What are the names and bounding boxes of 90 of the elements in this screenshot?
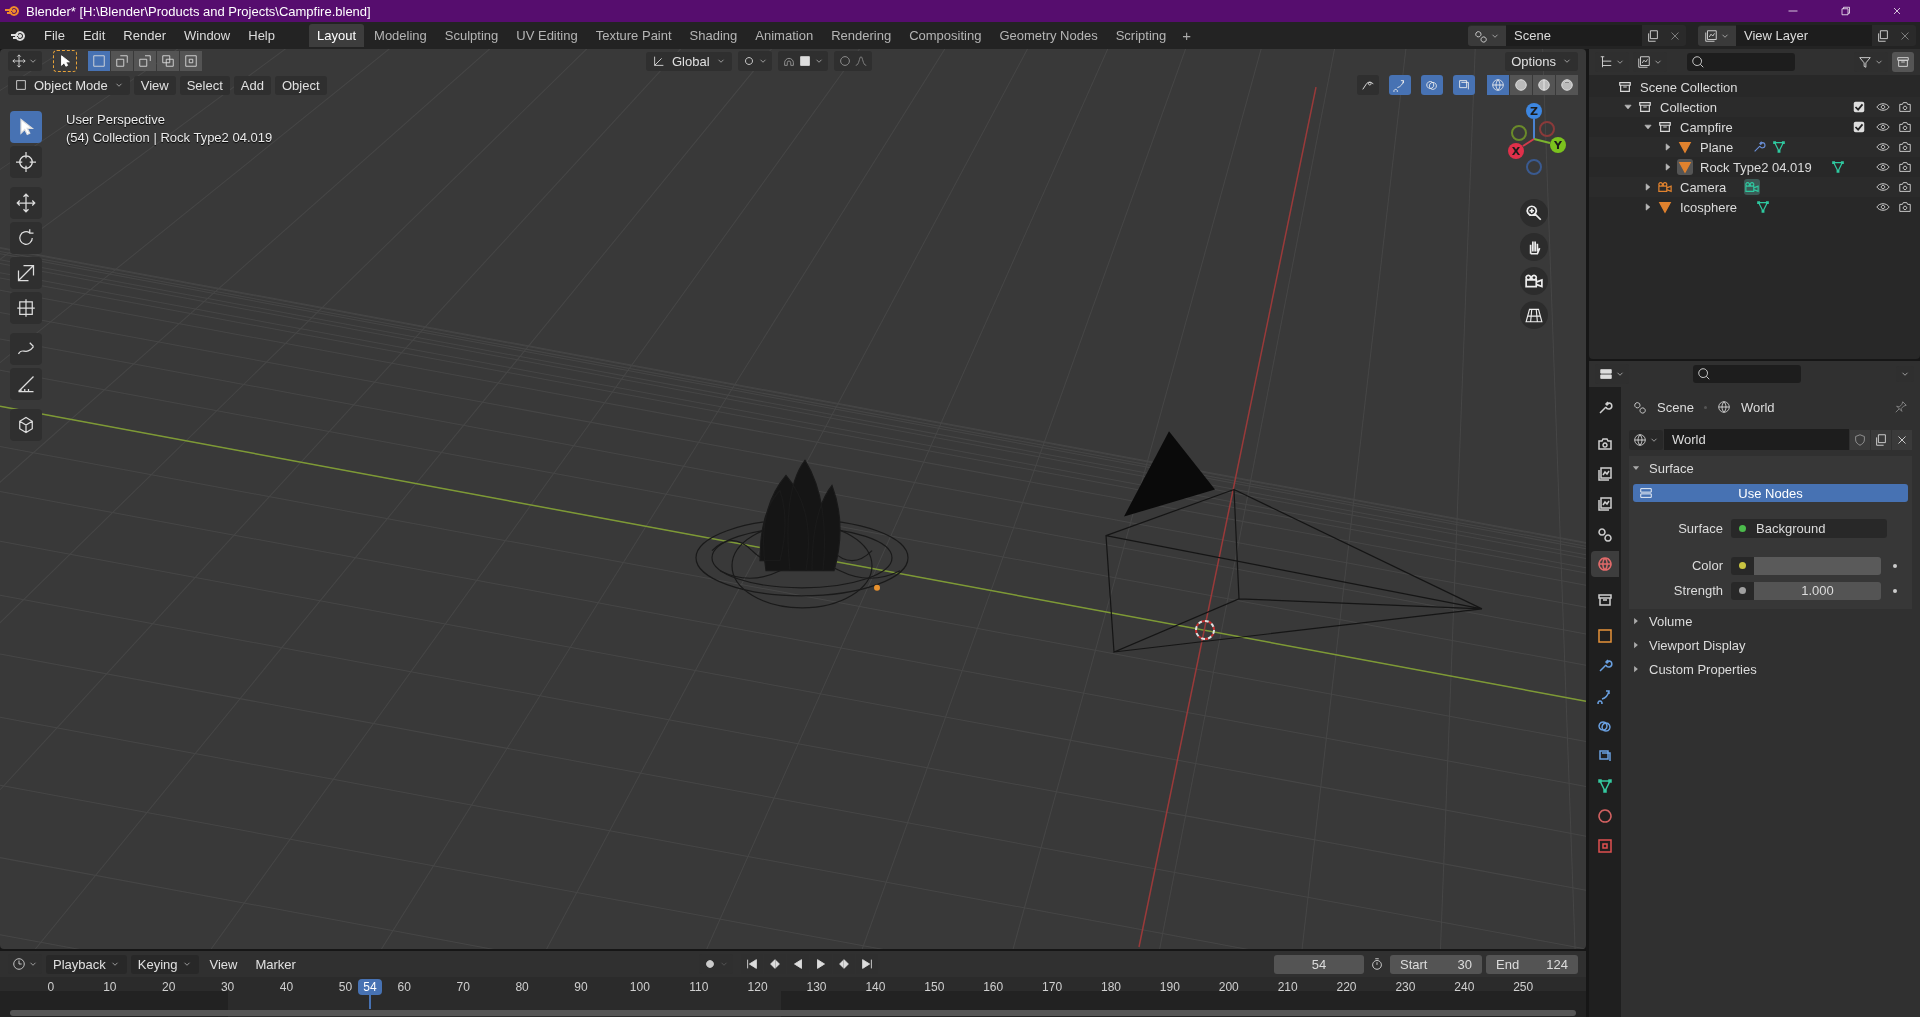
field-label: Surface bbox=[1677, 521, 1723, 536]
menu-item[interactable]: Edit bbox=[74, 25, 114, 46]
panel-header[interactable]: Volume bbox=[1629, 609, 1912, 633]
add-workspace-button[interactable]: + bbox=[1176, 25, 1197, 46]
field-label: Color bbox=[1690, 558, 1723, 573]
frame-number: 200 bbox=[1218, 980, 1239, 994]
scene-field[interactable]: Scene bbox=[1506, 25, 1642, 46]
frame-number: 120 bbox=[747, 980, 768, 994]
playhead[interactable]: 54 bbox=[358, 979, 383, 995]
viewport-menu[interactable]: Object bbox=[274, 75, 327, 95]
viewport-menu[interactable]: Add bbox=[233, 75, 271, 95]
frame-number: 190 bbox=[1159, 980, 1180, 994]
outliner-item[interactable]: Campfire bbox=[1680, 119, 1733, 135]
frame-number: 250 bbox=[1513, 980, 1534, 994]
start-value: 30 bbox=[1457, 956, 1472, 972]
menu-item[interactable]: Help bbox=[240, 25, 283, 46]
workspace-tab[interactable]: Modeling bbox=[366, 24, 435, 47]
current-frame-field[interactable]: 54 bbox=[1274, 954, 1364, 974]
axis-handle[interactable]: Y bbox=[1533, 137, 1566, 153]
frame-number: 170 bbox=[1042, 980, 1063, 994]
viewport-info-text: User Perspective bbox=[66, 111, 165, 129]
use-nodes-button[interactable]: Use Nodes bbox=[1633, 484, 1908, 502]
shader-field[interactable]: Background bbox=[1731, 519, 1887, 538]
orientation-dropdown[interactable]: Global bbox=[646, 51, 732, 71]
frame-number: 230 bbox=[1395, 980, 1416, 994]
timeline-menu[interactable]: Marker bbox=[248, 954, 303, 974]
panel-header[interactable]: Surface bbox=[1629, 456, 1912, 480]
axis-handle[interactable]: Z bbox=[1526, 103, 1542, 140]
timeline-menu[interactable]: View bbox=[202, 954, 245, 974]
frame-number: 130 bbox=[806, 980, 827, 994]
outliner-item[interactable]: Scene Collection bbox=[1640, 79, 1738, 95]
viewport-info-text: (54) Collection | Rock Type2 04.019 bbox=[66, 129, 273, 147]
frame-number: 160 bbox=[983, 980, 1004, 994]
workspace-tab[interactable]: Layout bbox=[309, 24, 365, 47]
menu-item[interactable]: Window bbox=[176, 25, 239, 46]
frame-number: 20 bbox=[162, 980, 176, 994]
breadcrumb-item: Scene bbox=[1657, 399, 1694, 415]
frame-number: 10 bbox=[103, 980, 117, 994]
workspace-tab[interactable]: Scripting bbox=[1107, 24, 1175, 47]
frame-number: 220 bbox=[1336, 980, 1357, 994]
viewport-menu[interactable]: Select bbox=[179, 75, 230, 95]
frame-number: 70 bbox=[456, 980, 470, 994]
end-frame-field[interactable]: End 124 bbox=[1486, 954, 1578, 974]
frame-number: 0 bbox=[47, 980, 55, 994]
panel-header[interactable]: Viewport Display bbox=[1629, 633, 1912, 657]
workspace-tab[interactable]: Sculpting bbox=[436, 24, 507, 47]
mode-dropdown[interactable]: Object Mode bbox=[8, 75, 130, 95]
end-value: 124 bbox=[1546, 956, 1568, 972]
workspace-tab[interactable]: Compositing bbox=[901, 24, 990, 47]
frame-number: 40 bbox=[279, 980, 294, 994]
breadcrumb-item: World bbox=[1740, 399, 1775, 415]
options-dropdown[interactable]: Options bbox=[1505, 51, 1578, 71]
workspace-tab[interactable]: Texture Paint bbox=[587, 24, 680, 47]
start-frame-field[interactable]: Start 30 bbox=[1390, 954, 1482, 974]
frame-number: 240 bbox=[1454, 980, 1475, 994]
frame-number: 180 bbox=[1100, 980, 1121, 994]
viewport-menu[interactable]: View bbox=[133, 75, 176, 95]
frame-number: 100 bbox=[629, 980, 650, 994]
workspace-tab[interactable]: Shading bbox=[681, 24, 746, 47]
outliner-item[interactable]: Plane bbox=[1700, 139, 1734, 155]
end-label: End bbox=[1496, 956, 1520, 972]
frame-number: 90 bbox=[574, 980, 588, 994]
menu-item[interactable]: Render bbox=[115, 25, 174, 46]
outliner-item[interactable]: Icosphere bbox=[1680, 199, 1738, 215]
frame-number: 30 bbox=[220, 980, 235, 994]
view-layer-field[interactable]: View Layer bbox=[1736, 25, 1872, 46]
workspace-tab[interactable]: Geometry Nodes bbox=[991, 24, 1106, 47]
frame-number: 60 bbox=[397, 980, 411, 994]
outliner-item[interactable]: Camera bbox=[1680, 179, 1727, 195]
start-label: Start bbox=[1400, 956, 1428, 972]
frame-number: 80 bbox=[515, 980, 529, 994]
timeline-menu[interactable]: Keying bbox=[130, 954, 199, 974]
frame-number: 110 bbox=[689, 980, 709, 994]
workspace-tab[interactable]: Animation bbox=[747, 24, 822, 47]
workspace-tab[interactable]: UV Editing bbox=[508, 24, 586, 47]
panel-header[interactable]: Custom Properties bbox=[1629, 657, 1912, 681]
outliner-item[interactable]: Rock Type2 04.019 bbox=[1700, 159, 1812, 175]
workspace-tab[interactable]: Rendering bbox=[823, 24, 900, 47]
menu-item[interactable]: File bbox=[36, 25, 73, 46]
frame-number: 50 bbox=[338, 980, 353, 994]
frame-number: 210 bbox=[1277, 980, 1298, 994]
field-label: Strength bbox=[1672, 583, 1723, 598]
frame-number: 140 bbox=[865, 980, 886, 994]
window-title: Blender* [H:\Blender\Products and Projects\Campfire.blend] bbox=[26, 3, 371, 19]
world-name-field[interactable]: World bbox=[1664, 429, 1849, 450]
number-field[interactable]: 1.000 bbox=[1754, 581, 1881, 600]
outliner-item[interactable]: Collection bbox=[1660, 99, 1718, 115]
frame-number: 150 bbox=[924, 980, 945, 994]
timeline-menu[interactable]: Playback bbox=[46, 954, 127, 974]
axis-handle[interactable]: X bbox=[1508, 138, 1535, 159]
